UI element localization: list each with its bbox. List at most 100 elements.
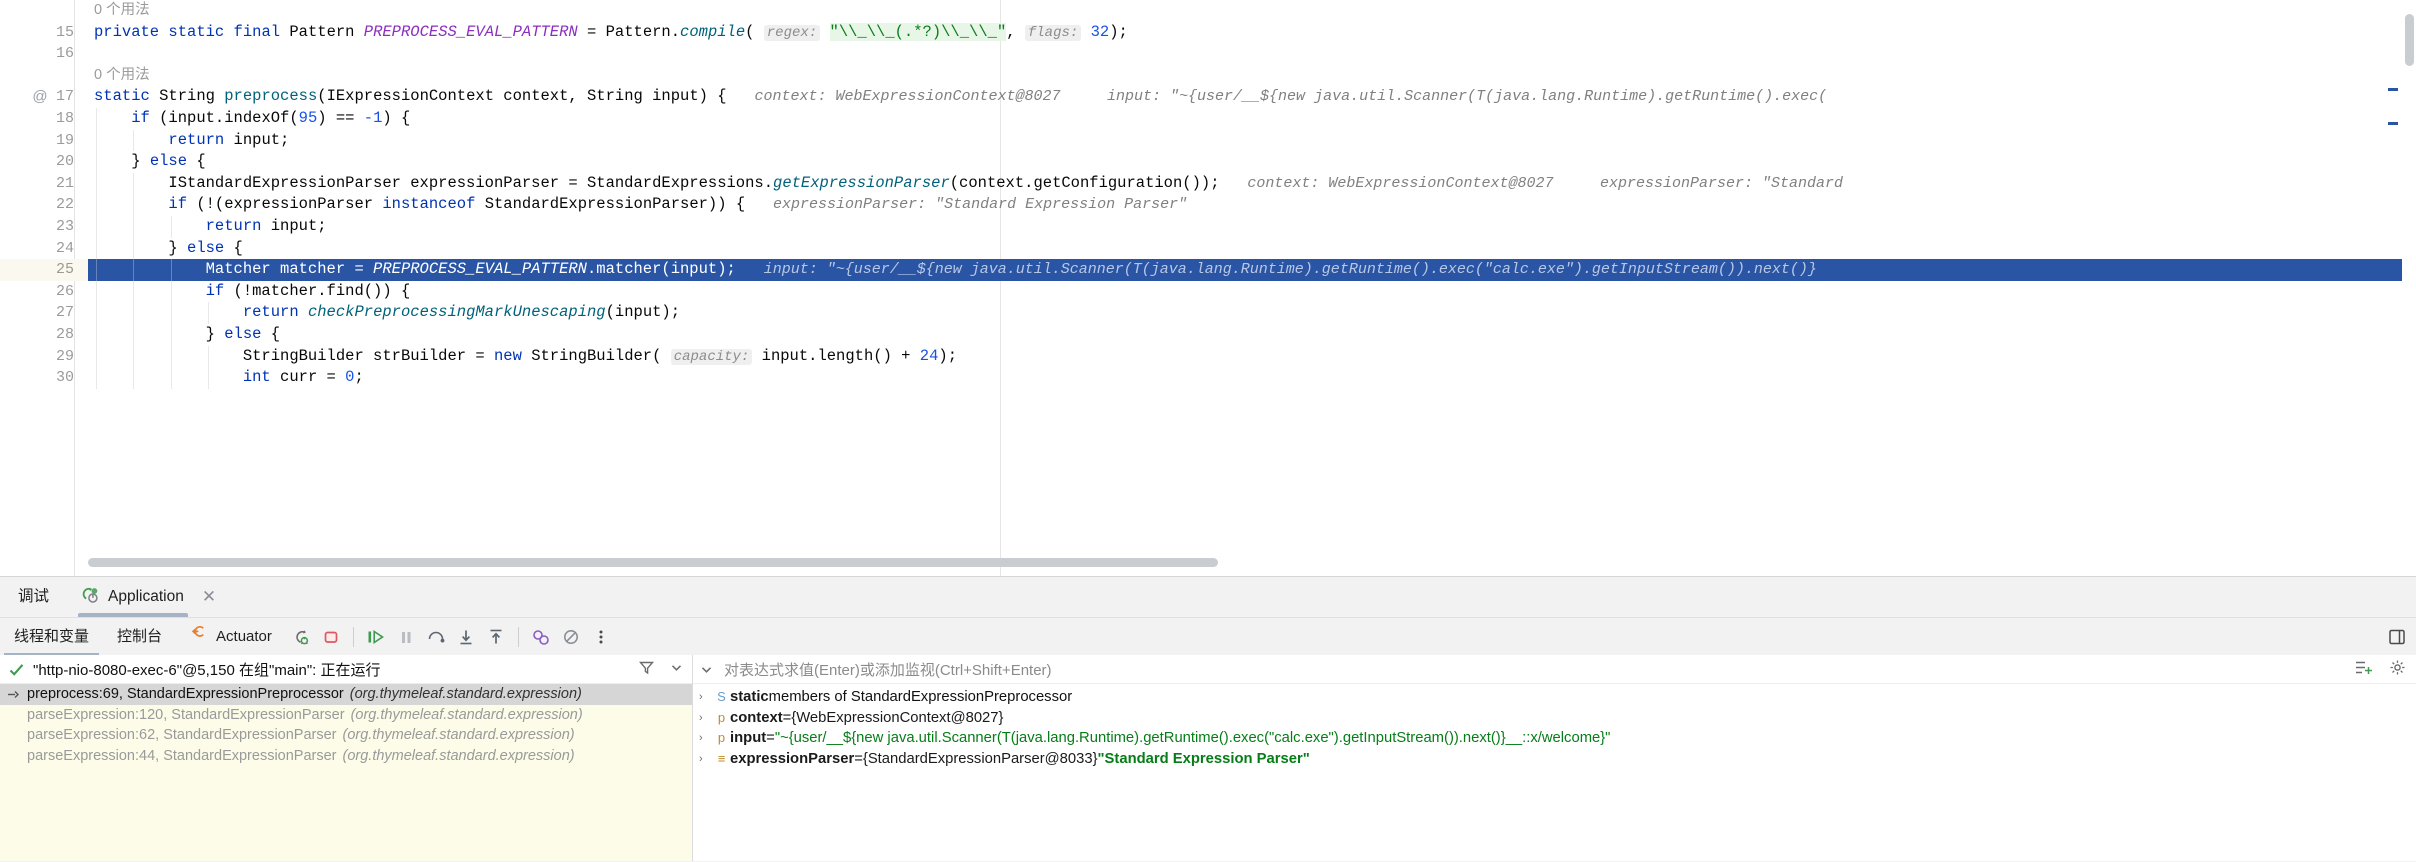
step-out-button[interactable] — [483, 624, 509, 650]
variable-row[interactable]: › Sstatic members of StandardExpressionPr… — [693, 687, 2416, 708]
usage-hint[interactable]: 0 个用法 — [94, 65, 150, 87]
line-number[interactable]: 19 — [0, 130, 88, 152]
code-editor[interactable]: 0 个用法 15 private static final Pattern PREP… — [0, 0, 2416, 576]
code-text[interactable]: private static final Pattern PREPROCESS_… — [88, 22, 1128, 44]
code-line[interactable]: 0 个用法 — [0, 65, 2416, 87]
toolbar-divider — [352, 626, 354, 647]
tab-console[interactable]: 控制台 — [103, 618, 176, 656]
line-number[interactable]: 24 — [0, 238, 88, 260]
frame-package: (org.thymeleaf.standard.expression) — [342, 747, 575, 764]
variable-value: {StandardExpressionParser@8033} — [862, 750, 1098, 767]
frame-list-item[interactable]: parseExpression:120, StandardExpressionP… — [0, 705, 692, 726]
tab-threads-and-variables[interactable]: 线程和变量 — [0, 618, 103, 656]
call-stack-frames-list[interactable]: preprocess:69, StandardExpressionPreproc… — [0, 684, 692, 861]
code-line[interactable]: 17 @ static String preprocess(IExpressionC… — [0, 86, 2416, 108]
code-line[interactable]: 20 } else { — [0, 151, 2416, 173]
tab-label: 控制台 — [117, 627, 163, 645]
code-text[interactable]: static String preprocess(IExpressionCont… — [88, 86, 1827, 108]
thread-status-text: "http-nio-8080-exec-6"@5,150 在组"main": 正… — [33, 661, 381, 679]
code-line[interactable]: 27 return checkPreprocessingMarkUnescapi… — [0, 302, 2416, 324]
rerun-debug-button[interactable] — [288, 624, 314, 650]
line-number[interactable]: 27 — [0, 302, 88, 324]
code-line[interactable]: 26 if (!matcher.find()) { — [0, 280, 2416, 303]
line-number[interactable]: 15 — [0, 22, 88, 44]
code-text[interactable]: if (!(expressionParser instanceof Standa… — [88, 194, 1187, 216]
code-line[interactable]: 0 个用法 — [0, 0, 2416, 22]
editor-vertical-scroll-thumb[interactable] — [2405, 14, 2414, 66]
step-over-button[interactable] — [423, 624, 449, 650]
resume-program-button[interactable] — [363, 624, 389, 650]
code-line[interactable]: 18 if (input.indexOf(95) == -1) { — [0, 107, 2416, 130]
variable-row[interactable]: › p context = {WebExpressionContext@8027} — [693, 708, 2416, 729]
variable-row[interactable]: › p input = "~{user/__${new java.util.Scan… — [693, 728, 2416, 749]
frame-list-item[interactable]: preprocess:69, StandardExpressionPreproc… — [0, 684, 692, 705]
chevron-down-icon[interactable] — [699, 662, 714, 677]
filter-icon[interactable] — [638, 659, 655, 681]
breakpoints-icon[interactable] — [528, 624, 554, 650]
editor-horizontal-scroll-thumb[interactable] — [88, 558, 1218, 567]
code-text[interactable]: int curr = 0; — [88, 367, 364, 389]
line-number[interactable]: 30 — [0, 367, 88, 389]
usage-hint[interactable]: 0 个用法 — [94, 0, 150, 22]
code-text[interactable] — [88, 43, 94, 65]
mute-breakpoints-icon[interactable] — [558, 624, 584, 650]
line-number[interactable]: 23 — [0, 216, 88, 238]
frame-list-item[interactable]: parseExpression:62, StandardExpressionPa… — [0, 725, 692, 746]
code-text[interactable]: } else { — [88, 151, 205, 173]
expand-arrow-icon[interactable]: › — [699, 749, 713, 770]
code-line[interactable]: 19 return input; — [0, 129, 2416, 152]
code-text[interactable]: return input; — [88, 130, 289, 152]
expand-arrow-icon[interactable]: › — [699, 708, 713, 729]
code-line[interactable]: 28 } else { — [0, 323, 2416, 346]
expand-arrow-icon[interactable]: › — [699, 687, 713, 708]
variable-row[interactable]: › ≡ expressionParser = {StandardExpression… — [693, 749, 2416, 770]
frame-list-item[interactable]: parseExpression:44, StandardExpressionPa… — [0, 746, 692, 767]
line-number[interactable]: 28 — [0, 324, 88, 346]
tab-actuator[interactable]: Actuator — [176, 618, 286, 656]
line-number[interactable]: 25 — [0, 259, 88, 281]
code-line[interactable]: 23 return input; — [0, 215, 2416, 238]
watch-input-placeholder[interactable]: 对表达式求值(Enter)或添加监视(Ctrl+Shift+Enter) — [724, 659, 1052, 680]
line-number[interactable]: 18 — [0, 108, 88, 130]
inlay-hint: input: "~{user/__${new java.util.Scanner… — [1107, 88, 1828, 106]
add-watch-icon[interactable] — [2354, 659, 2373, 681]
line-number[interactable]: 29 — [0, 346, 88, 368]
code-line[interactable]: 21 IStandardExpressionParser expressionP… — [0, 172, 2416, 195]
line-number[interactable]: 16 — [0, 43, 88, 65]
code-text[interactable]: Matcher matcher = PREPROCESS_EVAL_PATTER… — [88, 259, 1817, 281]
code-line[interactable]: 24 } else { — [0, 237, 2416, 260]
editor-vertical-scrollbar[interactable] — [2402, 0, 2416, 576]
code-text[interactable]: if (input.indexOf(95) == -1) { — [88, 108, 410, 130]
chevron-down-icon[interactable] — [669, 660, 684, 680]
evaluate-expression-bar[interactable]: 对表达式求值(Enter)或添加监视(Ctrl+Shift+Enter) — [693, 655, 2416, 684]
line-number[interactable]: 21 — [0, 173, 88, 195]
expand-arrow-icon[interactable]: › — [699, 728, 713, 749]
more-vertical-icon[interactable] — [588, 624, 614, 650]
line-number[interactable]: 22 — [0, 194, 88, 216]
close-icon[interactable]: ✕ — [202, 587, 216, 607]
line-number[interactable]: 26 — [0, 281, 88, 303]
code-text[interactable]: return input; — [88, 216, 327, 238]
code-text[interactable]: } else { — [88, 324, 280, 346]
step-into-button[interactable] — [453, 624, 479, 650]
code-line[interactable]: 15 private static final Pattern PREPROCES… — [0, 22, 2416, 44]
code-text[interactable]: if (!matcher.find()) { — [88, 281, 411, 303]
frame-package: (org.thymeleaf.standard.expression) — [350, 706, 583, 723]
run-configuration-tab-application[interactable]: Application ✕ — [70, 577, 226, 617]
code-line[interactable]: 30 int curr = 0; — [0, 367, 2416, 389]
pause-program-button[interactable] — [393, 624, 419, 650]
code-line[interactable]: 29 StringBuilder strBuilder = new String… — [0, 345, 2416, 368]
debug-body: "http-nio-8080-exec-6"@5,150 在组"main": 正… — [0, 655, 2416, 861]
code-line[interactable]: 16 — [0, 43, 2416, 65]
thread-selector-bar[interactable]: "http-nio-8080-exec-6"@5,150 在组"main": 正… — [0, 655, 692, 684]
line-number[interactable]: 20 — [0, 151, 88, 173]
code-text[interactable]: } else { — [88, 238, 242, 260]
code-text[interactable]: StringBuilder strBuilder = new StringBui… — [88, 346, 957, 368]
stop-button[interactable] — [318, 624, 344, 650]
annotation-gutter-icon[interactable]: @ — [28, 87, 52, 107]
code-text[interactable]: return checkPreprocessingMarkUnescaping(… — [88, 302, 680, 324]
variables-tree[interactable]: › Sstatic members of StandardExpressionPr… — [693, 684, 2416, 769]
code-line-current[interactable]: 25 Matcher matcher = PREPROCESS_EVAL_PAT… — [0, 259, 2416, 281]
code-line[interactable]: 22 if (!(expressionParser instanceof Sta… — [0, 194, 2416, 216]
code-text[interactable]: IStandardExpressionParser expressionPars… — [88, 173, 1843, 195]
